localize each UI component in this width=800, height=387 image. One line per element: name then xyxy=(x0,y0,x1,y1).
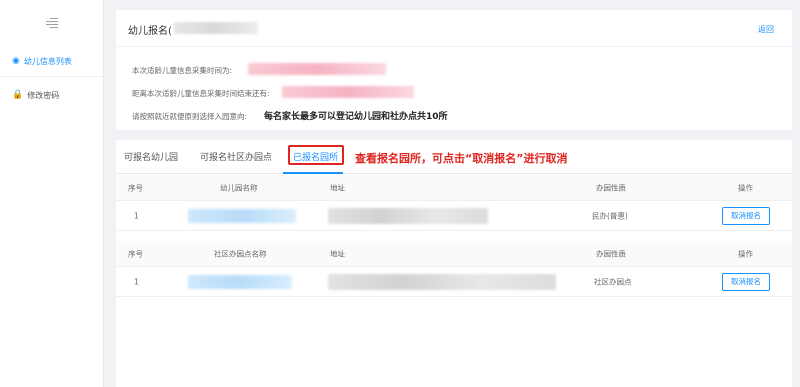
column-header-kindergarten-name: 幼儿园名称 xyxy=(220,183,258,192)
column-header-index: 序号 xyxy=(128,249,143,258)
redacted-kindergarten-name xyxy=(188,208,296,223)
column-header-index: 序号 xyxy=(128,183,143,192)
sidebar-item-label: 幼儿信息列表 xyxy=(23,56,72,66)
redacted-collect-time xyxy=(248,63,386,75)
column-header-community-point-name: 社区办园点名称 xyxy=(214,249,267,258)
registration-limit-notice: 每名家长最多可以登记幼儿园和社办点共10所 xyxy=(264,112,448,122)
redacted-remaining-time xyxy=(282,86,414,98)
column-header-action: 操作 xyxy=(738,183,753,192)
sidebar-item-label: 修改密码 xyxy=(27,90,60,100)
tab-available-kindergartens[interactable]: 可报名幼儿园 xyxy=(124,150,178,163)
redacted-address xyxy=(328,273,556,290)
school-nature: 民办(普惠) xyxy=(592,211,628,220)
column-header-address: 地址 xyxy=(330,249,345,258)
header-divider xyxy=(116,46,792,47)
column-header-address: 地址 xyxy=(330,183,345,192)
active-tab-indicator xyxy=(283,172,343,174)
school-nature: 社区办园点 xyxy=(594,277,632,286)
column-header-action: 操作 xyxy=(738,249,753,258)
user-icon: ◉ xyxy=(12,56,20,66)
row-index: 1 xyxy=(134,277,139,286)
row-index: 1 xyxy=(134,211,139,220)
registration-info-card: 幼儿报名( 返回 本次适龄儿童信息采集时间为: 距离本次适龄儿童信息采集时间结束… xyxy=(116,10,792,130)
choose-intention-label: 请按照就近就便原则选择入园意向: xyxy=(132,112,248,121)
table-row: 1 社区办园点 取消报名 xyxy=(116,267,792,297)
sidebar-item-child-info-list[interactable]: ◉ 幼儿信息列表 xyxy=(0,46,103,76)
instruction-annotation: 查看报名园所，可点击“取消报名”进行取消 xyxy=(355,152,568,165)
highlight-box xyxy=(288,145,344,165)
redacted-child-name xyxy=(174,22,258,34)
lock-icon: 🔒 xyxy=(12,90,24,100)
collect-time-label: 本次适龄儿童信息采集时间为: xyxy=(132,66,233,75)
community-table-header: 序号 社区办园点名称 地址 办园性质 操作 xyxy=(116,241,792,267)
sidebar-divider xyxy=(0,76,103,77)
sidebar: ◉ 幼儿信息列表 🔒 修改密码 xyxy=(0,0,104,387)
page-title: 幼儿报名( xyxy=(128,26,172,37)
redacted-address xyxy=(328,207,488,224)
tab-bar: 可报名幼儿园 可报名社区办园点 已报名园所 查看报名园所，可点击“取消报名”进行… xyxy=(116,140,792,174)
sidebar-item-change-password[interactable]: 🔒 修改密码 xyxy=(0,80,103,110)
table-row: 1 民办(普惠) 取消报名 xyxy=(116,201,792,231)
cancel-registration-button[interactable]: 取消报名 xyxy=(722,272,770,291)
back-link[interactable]: 返回 xyxy=(758,24,774,35)
remaining-time-label: 距离本次适龄儿童信息采集时间结束还有: xyxy=(132,89,270,98)
kindergarten-table-header: 序号 幼儿园名称 地址 办园性质 操作 xyxy=(116,175,792,201)
column-header-nature: 办园性质 xyxy=(596,183,626,192)
redacted-community-point-name xyxy=(188,274,292,289)
cancel-registration-button[interactable]: 取消报名 xyxy=(722,206,770,225)
collapse-menu-icon[interactable] xyxy=(46,16,58,28)
tab-available-community-points[interactable]: 可报名社区办园点 xyxy=(200,150,272,163)
registered-schools-card: 可报名幼儿园 可报名社区办园点 已报名园所 查看报名园所，可点击“取消报名”进行… xyxy=(116,140,792,387)
column-header-nature: 办园性质 xyxy=(596,249,626,258)
